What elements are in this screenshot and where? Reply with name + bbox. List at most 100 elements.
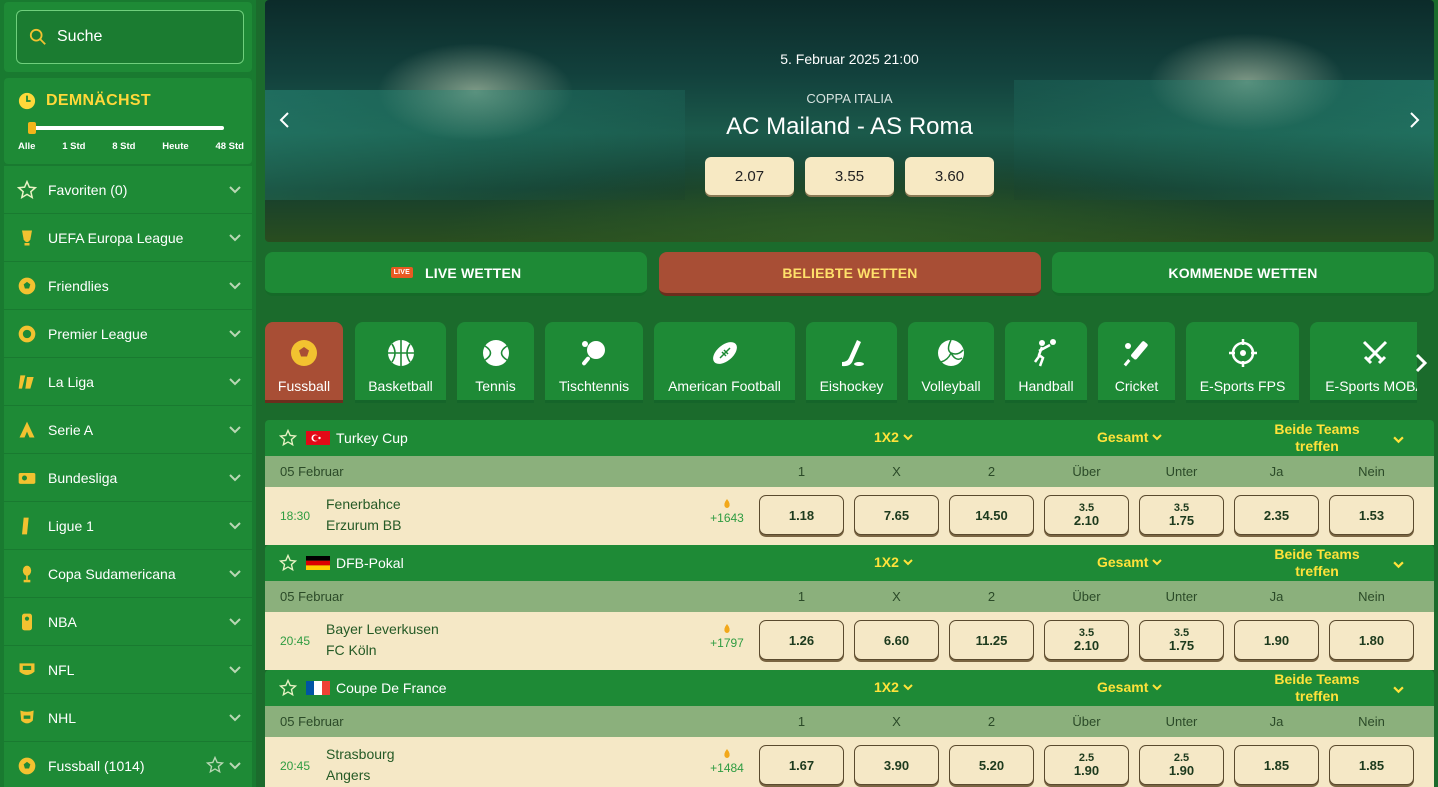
odd-button-2[interactable]: 11.25 (949, 620, 1034, 660)
sport-tab-american-football[interactable]: American Football (654, 322, 795, 403)
event-row[interactable]: 20:45 Strasbourg Angers +1484 1.67 3.90 … (265, 737, 1434, 787)
sidebar-item-favorites[interactable]: Favoriten (0) (4, 166, 252, 214)
chevron-right-icon[interactable] (1406, 110, 1422, 130)
odd-button-no[interactable]: 1.80 (1329, 620, 1414, 660)
tab-popular-bets[interactable]: BELIEBTE WETTEN (659, 252, 1041, 296)
col-header-under: Unter (1165, 589, 1198, 604)
competition-name[interactable]: Turkey Cup (336, 430, 408, 446)
sidebar-item-nhl[interactable]: NHL (4, 694, 252, 742)
chevron-down-icon[interactable] (1393, 559, 1404, 570)
search-input[interactable]: Suche (16, 10, 244, 64)
market-select-total[interactable]: Gesamt (1097, 429, 1163, 445)
sidebar-item-nfl[interactable]: NFL (4, 646, 252, 694)
odd-button-under[interactable]: 3.5 1.75 (1139, 495, 1224, 535)
odd-button-1[interactable]: 1.67 (759, 745, 844, 785)
chevron-down-icon[interactable] (1393, 434, 1404, 445)
sport-tab-tennis[interactable]: Tennis (457, 322, 534, 403)
sport-tab-label: Eishockey (819, 378, 884, 394)
away-team[interactable]: Erzurum BB (326, 517, 401, 533)
more-markets-link[interactable]: +1484 (705, 749, 749, 777)
sport-tab-tischtennis[interactable]: Tischtennis (545, 322, 643, 403)
sidebar-item-nba[interactable]: NBA (4, 598, 252, 646)
sport-tab-volleyball[interactable]: Volleyball (908, 322, 994, 403)
chevron-right-icon[interactable] (1414, 352, 1428, 374)
hero-odd-draw[interactable]: 3.55 (805, 157, 894, 195)
slider-label-all[interactable]: Alle (18, 141, 35, 152)
sidebar-item-bundesliga[interactable]: Bundesliga (4, 454, 252, 502)
home-team[interactable]: Bayer Leverkusen (326, 621, 439, 637)
tab-upcoming-bets[interactable]: KOMMENDE WETTEN (1052, 252, 1434, 296)
hero-banner[interactable]: 5. Februar 2025 21:00 COPPA ITALIA AC Ma… (265, 0, 1434, 242)
competition-name[interactable]: DFB-Pokal (336, 555, 404, 571)
star-icon[interactable] (279, 679, 297, 697)
event-row[interactable]: 18:30 Fenerbahce Erzurum BB +1643 1.18 7… (265, 487, 1434, 545)
away-team[interactable]: Angers (326, 767, 370, 783)
away-team[interactable]: FC Köln (326, 642, 377, 658)
sidebar-item-label: Copa Sudamericana (48, 565, 176, 582)
odd-button-yes[interactable]: 1.85 (1234, 745, 1319, 785)
sidebar-item-europa-league[interactable]: UEFA Europa League (4, 214, 252, 262)
odd-button-no[interactable]: 1.85 (1329, 745, 1414, 785)
market-select-btts[interactable]: Beide Teams treffen (1267, 671, 1367, 705)
odd-button-x[interactable]: 6.60 (854, 620, 939, 660)
sport-tab-eishockey[interactable]: Eishockey (806, 322, 897, 403)
sport-tab-handball[interactable]: Handball (1005, 322, 1087, 403)
sidebar-item-premier-league[interactable]: Premier League (4, 310, 252, 358)
sport-tab-esports-fps[interactable]: E-Sports FPS (1186, 322, 1299, 403)
market-select-total[interactable]: Gesamt (1097, 554, 1163, 570)
slider-label-8h[interactable]: 8 Std (112, 141, 135, 152)
odd-button-over[interactable]: 3.5 2.10 (1044, 495, 1129, 535)
odd-value: 1.75 (1168, 637, 1195, 653)
sport-tab-cricket[interactable]: Cricket (1098, 322, 1175, 403)
star-icon[interactable] (279, 554, 297, 572)
event-row[interactable]: 20:45 Bayer Leverkusen FC Köln +1797 1.2… (265, 612, 1434, 670)
odd-button-yes[interactable]: 1.90 (1234, 620, 1319, 660)
flame-icon (724, 624, 730, 633)
chevron-left-icon[interactable] (277, 110, 293, 130)
sidebar-item-ligue-1[interactable]: Ligue 1 (4, 502, 252, 550)
odd-button-under[interactable]: 2.5 1.90 (1139, 745, 1224, 785)
market-select-1x2[interactable]: 1X2 (874, 554, 913, 570)
star-icon[interactable] (206, 756, 224, 774)
star-icon[interactable] (279, 429, 297, 447)
odd-button-yes[interactable]: 2.35 (1234, 495, 1319, 535)
slider-label-1h[interactable]: 1 Std (62, 141, 85, 152)
odd-button-1[interactable]: 1.26 (759, 620, 844, 660)
odd-button-2[interactable]: 14.50 (949, 495, 1034, 535)
odd-button-under[interactable]: 3.5 1.75 (1139, 620, 1224, 660)
sidebar-item-serie-a[interactable]: Serie A (4, 406, 252, 454)
hero-odd-home[interactable]: 2.07 (705, 157, 794, 195)
market-select-btts[interactable]: Beide Teams treffen (1267, 421, 1367, 455)
odd-button-1[interactable]: 1.18 (759, 495, 844, 535)
market-select-1x2[interactable]: 1X2 (874, 429, 913, 445)
tab-live-betting[interactable]: LIVE LIVE WETTEN (265, 252, 647, 296)
odd-button-x[interactable]: 3.90 (854, 745, 939, 785)
more-markets-link[interactable]: +1643 (705, 499, 749, 527)
sport-tab-fussball[interactable]: Fussball (265, 322, 343, 403)
slider-label-today[interactable]: Heute (162, 141, 188, 152)
sport-tab-basketball[interactable]: Basketball (355, 322, 446, 403)
sidebar-item-la-liga[interactable]: La Liga (4, 358, 252, 406)
hero-match-title: AC Mailand - AS Roma (726, 113, 973, 140)
odd-button-over[interactable]: 3.5 2.10 (1044, 620, 1129, 660)
time-slider[interactable] (32, 126, 224, 130)
competition-name[interactable]: Coupe De France (336, 680, 447, 696)
sport-tab-esports-moba[interactable]: E-Sports MOBA (1310, 322, 1417, 403)
home-team[interactable]: Fenerbahce (326, 496, 401, 512)
market-select-btts[interactable]: Beide Teams treffen (1267, 546, 1367, 580)
odd-button-no[interactable]: 1.53 (1329, 495, 1414, 535)
sidebar-item-copa-sudamericana[interactable]: Copa Sudamericana (4, 550, 252, 598)
odd-button-2[interactable]: 5.20 (949, 745, 1034, 785)
slider-label-48h[interactable]: 48 Std (215, 141, 244, 152)
market-select-1x2[interactable]: 1X2 (874, 679, 913, 695)
odd-button-x[interactable]: 7.65 (854, 495, 939, 535)
sidebar-item-friendlies[interactable]: Friendlies (4, 262, 252, 310)
home-team[interactable]: Strasbourg (326, 746, 394, 762)
hero-odd-away[interactable]: 3.60 (905, 157, 994, 195)
sidebar-item-fussball[interactable]: Fussball (1014) (4, 742, 252, 787)
odd-button-over[interactable]: 2.5 1.90 (1044, 745, 1129, 785)
market-select-total[interactable]: Gesamt (1097, 679, 1163, 695)
chevron-down-icon[interactable] (1393, 684, 1404, 695)
more-markets-link[interactable]: +1797 (705, 624, 749, 652)
time-slider-handle[interactable] (28, 122, 36, 134)
